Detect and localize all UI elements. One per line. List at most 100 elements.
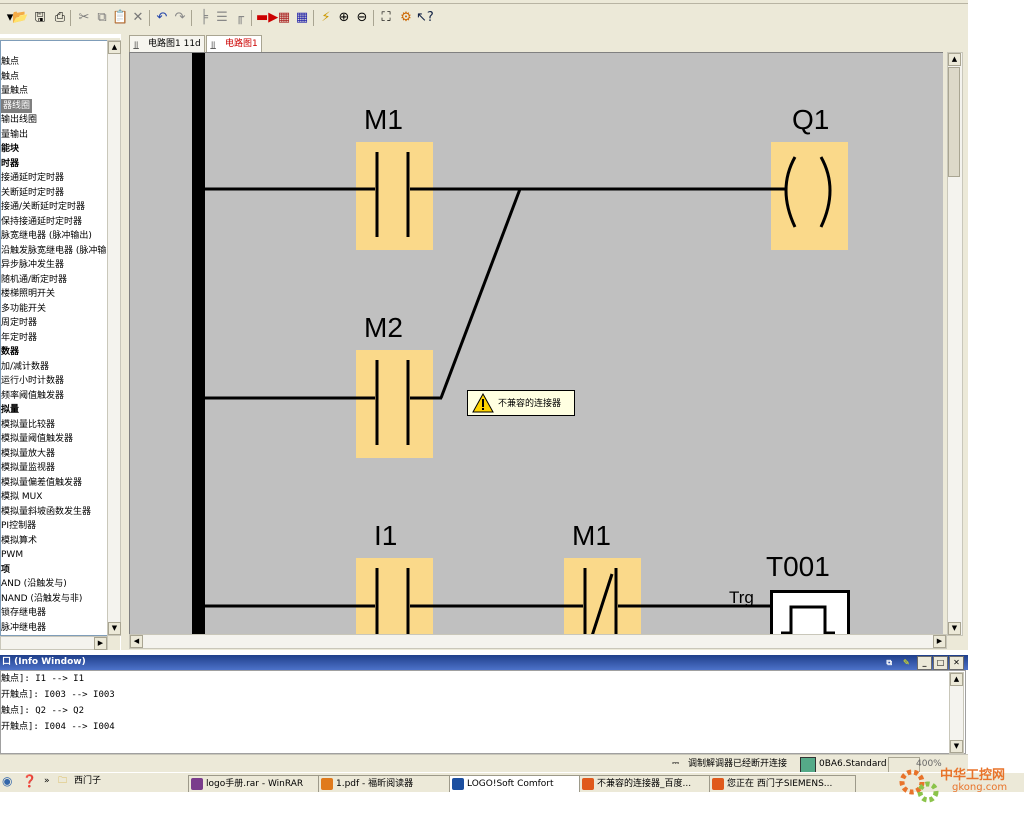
palette-item[interactable]: 锁存继电器: [1, 606, 46, 620]
help-icon[interactable]: ↖?: [416, 10, 434, 26]
fit-icon[interactable]: ⛶: [378, 10, 394, 26]
task-foxit[interactable]: 1.pdf - 福昕阅读器: [318, 775, 463, 793]
palette-horizontal-scrollbar[interactable]: ▶: [0, 636, 108, 650]
palette-item[interactable]: 模拟量斜坡函数发生器: [1, 505, 91, 519]
scroll-up-icon[interactable]: ▲: [108, 41, 121, 54]
properties-icon[interactable]: ⚙: [398, 10, 414, 26]
palette-item[interactable]: 模拟量阈值触发器: [1, 432, 73, 446]
canvas-horizontal-scrollbar[interactable]: ◀ ▶: [129, 634, 947, 649]
palette-item[interactable]: 器线圈: [1, 98, 33, 113]
task-siemens[interactable]: 您正在 西门子SIEMENS...: [709, 775, 856, 793]
palette-item[interactable]: 量触点: [1, 84, 28, 98]
scroll-thumb[interactable]: [948, 67, 960, 177]
palette-item[interactable]: AND (沿触发与): [1, 577, 67, 591]
palette-item[interactable]: 多功能开关: [1, 302, 46, 316]
network-icon[interactable]: ╓: [232, 10, 248, 26]
palette-item[interactable]: 能块: [1, 142, 19, 156]
tab-circuit-1a[interactable]: ⫫ 电路图1 11d: [129, 35, 205, 53]
coil-q1[interactable]: [771, 142, 848, 250]
palette-item[interactable]: 项: [1, 563, 10, 577]
palette-item[interactable]: 运行小时计数器: [1, 374, 64, 388]
palette-item[interactable]: 模拟量放大器: [1, 447, 55, 461]
scroll-up-icon[interactable]: ▲: [948, 53, 961, 66]
scroll-down-icon[interactable]: ▼: [948, 622, 961, 635]
palette-item[interactable]: 接通/关断延时定时器: [1, 200, 85, 214]
delete-icon[interactable]: ✕: [130, 10, 146, 26]
palette-item[interactable]: 模拟量监视器: [1, 461, 55, 475]
palette-item[interactable]: 模拟 MUX: [1, 490, 42, 504]
task-logo-soft[interactable]: LOGO!Soft Comfort: [449, 775, 594, 793]
palette-vertical-scrollbar[interactable]: ▲ ▼: [107, 40, 121, 636]
paste-icon[interactable]: 📋: [112, 10, 128, 26]
media-icon[interactable]: ❓: [22, 774, 37, 788]
split-icon[interactable]: ╞: [196, 10, 212, 26]
palette-item[interactable]: 输出线圈: [1, 113, 37, 127]
scroll-right-icon[interactable]: ▶: [933, 635, 946, 648]
info-vertical-scrollbar[interactable]: ▲ ▼: [949, 672, 964, 754]
scroll-right-icon[interactable]: ▶: [94, 637, 107, 650]
palette-item[interactable]: 模拟算术: [1, 534, 37, 548]
transfer-logo-icon[interactable]: ▦: [294, 10, 310, 26]
quick-launch-expand[interactable]: »: [44, 774, 50, 788]
run-icon[interactable]: ▬▶: [256, 10, 278, 26]
palette-item[interactable]: 时器: [1, 157, 19, 171]
print-icon[interactable]: ⎙: [52, 10, 68, 26]
palette-item[interactable]: 模拟量比较器: [1, 418, 55, 432]
zoom-in-icon[interactable]: ⊕: [336, 10, 352, 26]
copy-icon[interactable]: ⧉: [94, 10, 110, 26]
palette-item[interactable]: 拟量: [1, 403, 19, 417]
minimize-button[interactable]: _: [917, 656, 932, 670]
undo-icon[interactable]: ↶: [154, 10, 170, 26]
connect-icon[interactable]: ⚡: [318, 10, 334, 26]
palette-item[interactable]: 触点: [1, 55, 19, 69]
palette-item[interactable]: PWM: [1, 548, 23, 562]
task-baidu[interactable]: 不兼容的连接器_百度...: [579, 775, 724, 793]
palette-item[interactable]: PI控制器: [1, 519, 36, 533]
palette-item[interactable]: 脉冲继电器: [1, 621, 46, 635]
palette-item[interactable]: 周定时器: [1, 316, 37, 330]
folder-label[interactable]: 西门子: [74, 774, 101, 788]
palette-item[interactable]: 模拟量偏差值触发器: [1, 476, 82, 490]
timer-block-t001[interactable]: [770, 590, 850, 635]
canvas-vertical-scrollbar[interactable]: ▲ ▼: [947, 52, 963, 636]
palette-item[interactable]: 保持接通延时定时器: [1, 215, 82, 229]
tab-circuit-1b[interactable]: ⫫ 电路图1: [206, 35, 262, 53]
close-button[interactable]: ✕: [949, 656, 964, 670]
contact-m1-normally-closed[interactable]: [564, 558, 641, 635]
copy-icon[interactable]: ⧉: [883, 657, 896, 669]
palette-item[interactable]: 脉宽继电器 (脉冲输出): [1, 229, 92, 243]
open-icon[interactable]: 📂: [12, 10, 28, 26]
zoom-out-icon[interactable]: ⊖: [354, 10, 370, 26]
scroll-down-icon[interactable]: ▼: [950, 740, 963, 753]
transfer-pc-icon[interactable]: ▦: [276, 10, 292, 26]
block-label-t001: T001: [766, 551, 830, 582]
join-icon[interactable]: ☰: [214, 10, 230, 26]
palette-item[interactable]: NAND (沿触发与非): [1, 592, 82, 606]
palette-item[interactable]: 异步脉冲发生器: [1, 258, 64, 272]
scroll-down-icon[interactable]: ▼: [108, 622, 121, 635]
scroll-left-icon[interactable]: ◀: [130, 635, 143, 648]
save-icon[interactable]: 🖫: [32, 10, 48, 26]
palette-item[interactable]: 频率阈值触发器: [1, 389, 64, 403]
palette-item[interactable]: 楼梯照明开关: [1, 287, 55, 301]
contact-i1[interactable]: [356, 558, 433, 635]
palette-item[interactable]: 关断延时定时器: [1, 186, 64, 200]
maximize-button[interactable]: □: [933, 656, 948, 670]
scroll-up-icon[interactable]: ▲: [950, 673, 963, 686]
circuit-canvas[interactable]: M1 Q1 M2 不兼容的连接器 I1 M1 T001 Trg: [129, 52, 943, 635]
palette-item[interactable]: 沿触发脉宽继电器 (脉冲输: [1, 244, 106, 258]
redo-icon[interactable]: ↷: [172, 10, 188, 26]
palette-item[interactable]: 年定时器: [1, 331, 37, 345]
palette-item[interactable]: 加/减计数器: [1, 360, 49, 374]
palette-item[interactable]: 接通延时定时器: [1, 171, 64, 185]
palette-item[interactable]: 数器: [1, 345, 19, 359]
palette-item[interactable]: 随机通/断定时器: [1, 273, 67, 287]
cut-icon[interactable]: ✂: [76, 10, 92, 26]
browser-icon[interactable]: ◉: [2, 774, 12, 788]
palette-item[interactable]: 量输出: [1, 128, 28, 142]
contact-m1[interactable]: [356, 142, 433, 250]
palette-item[interactable]: 触点: [1, 70, 19, 84]
contact-m2[interactable]: [356, 350, 433, 458]
task-winrar[interactable]: logo手册.rar - WinRAR: [188, 775, 333, 793]
clear-icon[interactable]: ✎: [900, 657, 913, 669]
